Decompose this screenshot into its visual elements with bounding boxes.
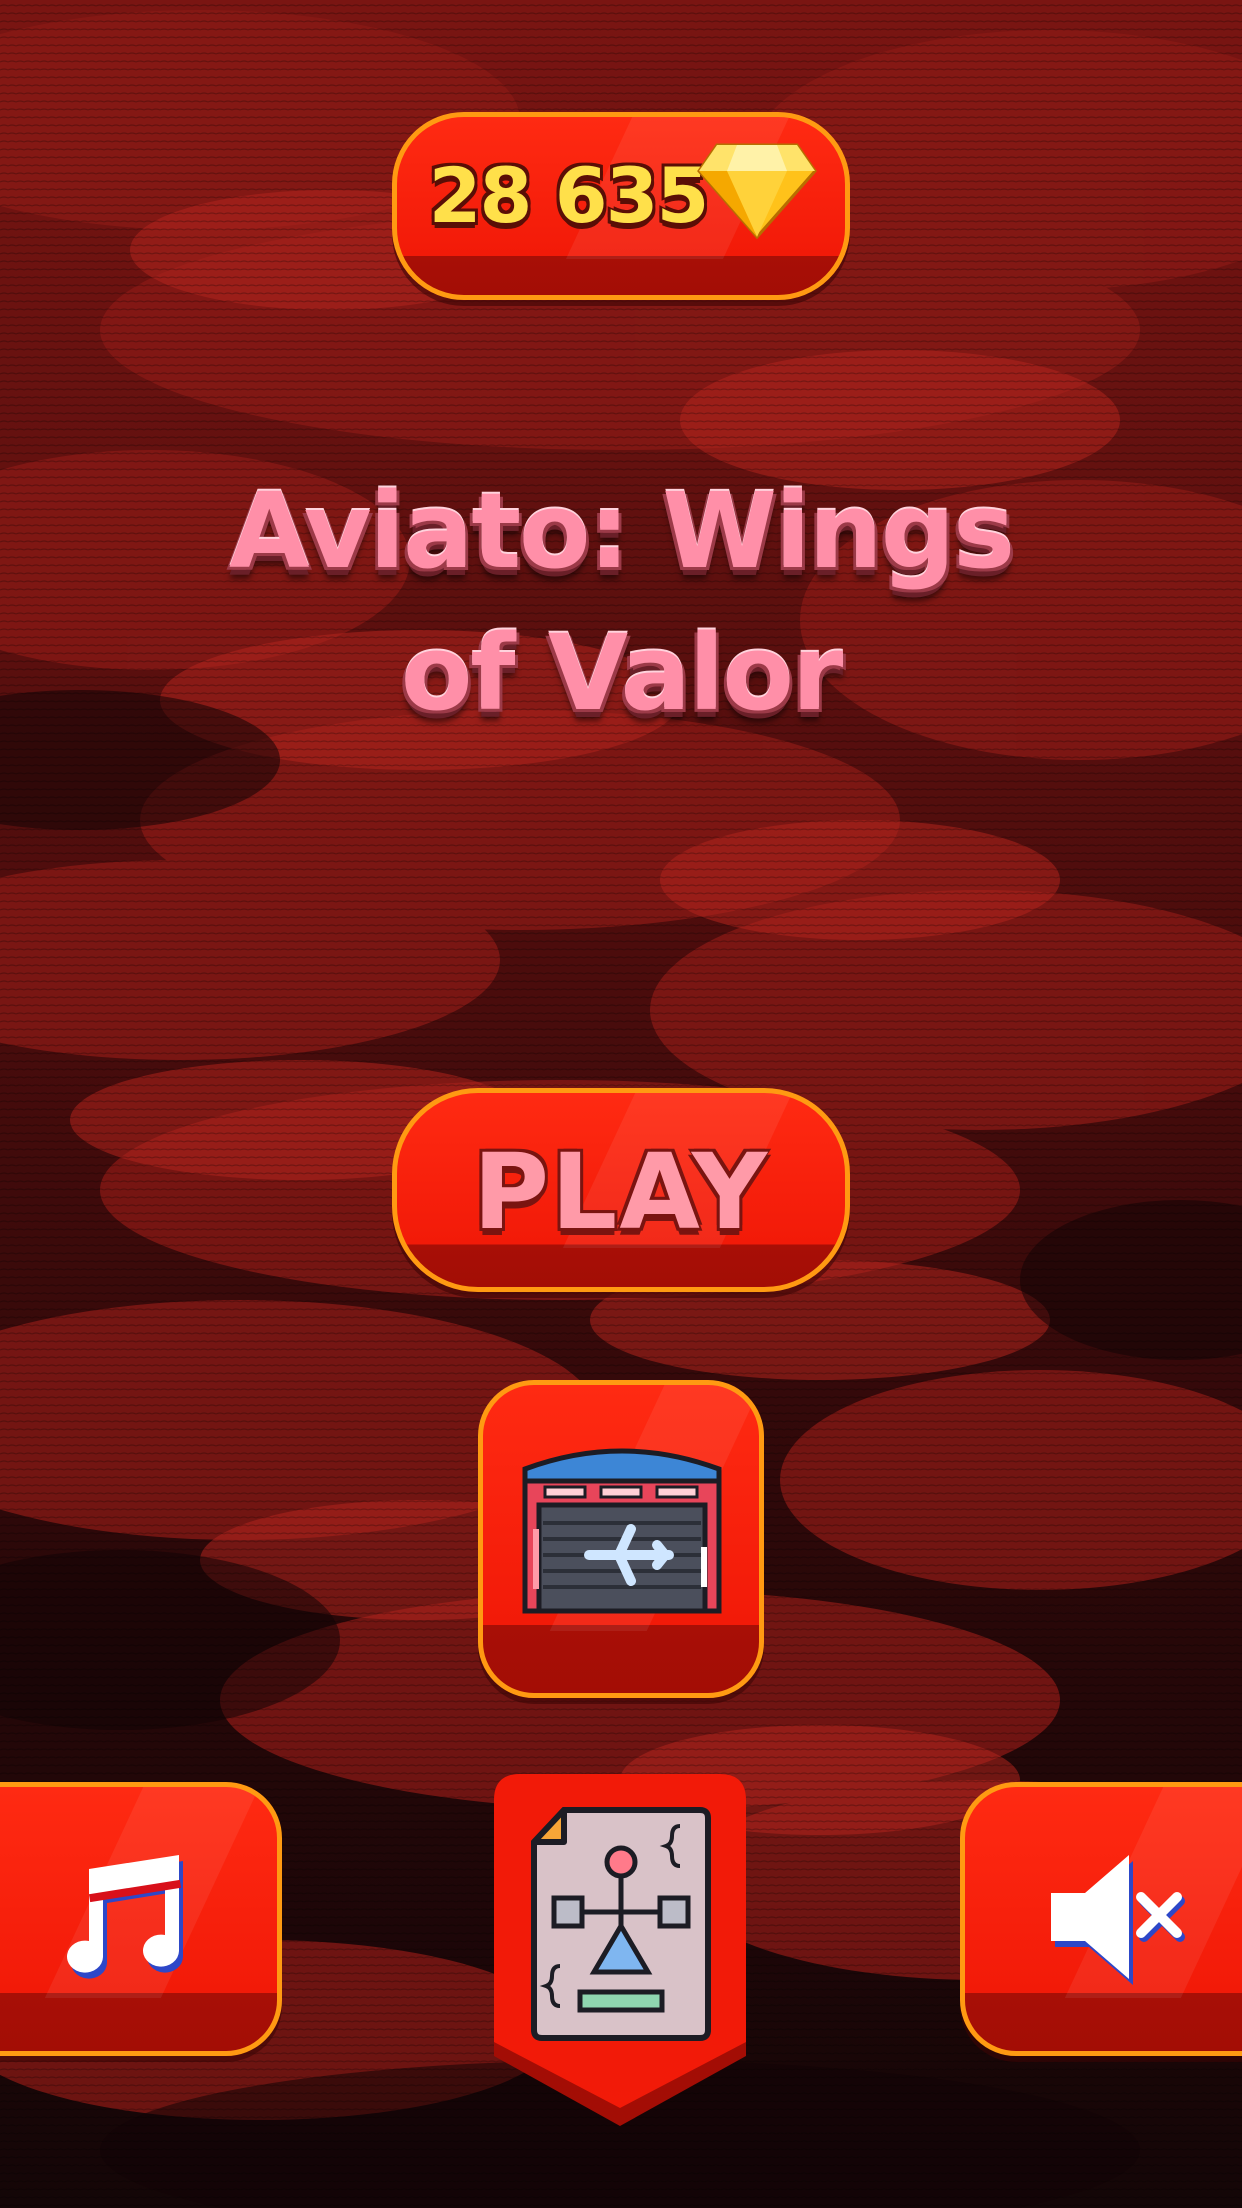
hangar-airplane-icon — [522, 1448, 722, 1614]
gem-balance-button[interactable]: 28 635 — [392, 112, 850, 300]
hangar-button[interactable] — [478, 1380, 764, 1698]
game-title-line-2: of Valor — [400, 612, 843, 734]
music-toggle-button[interactable] — [0, 1782, 282, 2056]
gem-balance-amount: 28 635 — [428, 151, 710, 240]
speaker-muted-icon — [1051, 1855, 1185, 1985]
gem-icon — [697, 143, 817, 240]
play-button[interactable]: PLAY — [392, 1088, 850, 1292]
sound-toggle-button[interactable] — [960, 1782, 1242, 2056]
play-button-label: PLAY — [472, 1131, 770, 1253]
music-note-icon — [67, 1855, 183, 1979]
blueprint-button[interactable] — [492, 1772, 748, 2128]
blueprint-document-icon — [531, 1807, 711, 2041]
game-title-line-1: Aviato: Wings — [228, 470, 1015, 592]
game-title: Aviato: Wings of Valor — [170, 460, 1072, 744]
